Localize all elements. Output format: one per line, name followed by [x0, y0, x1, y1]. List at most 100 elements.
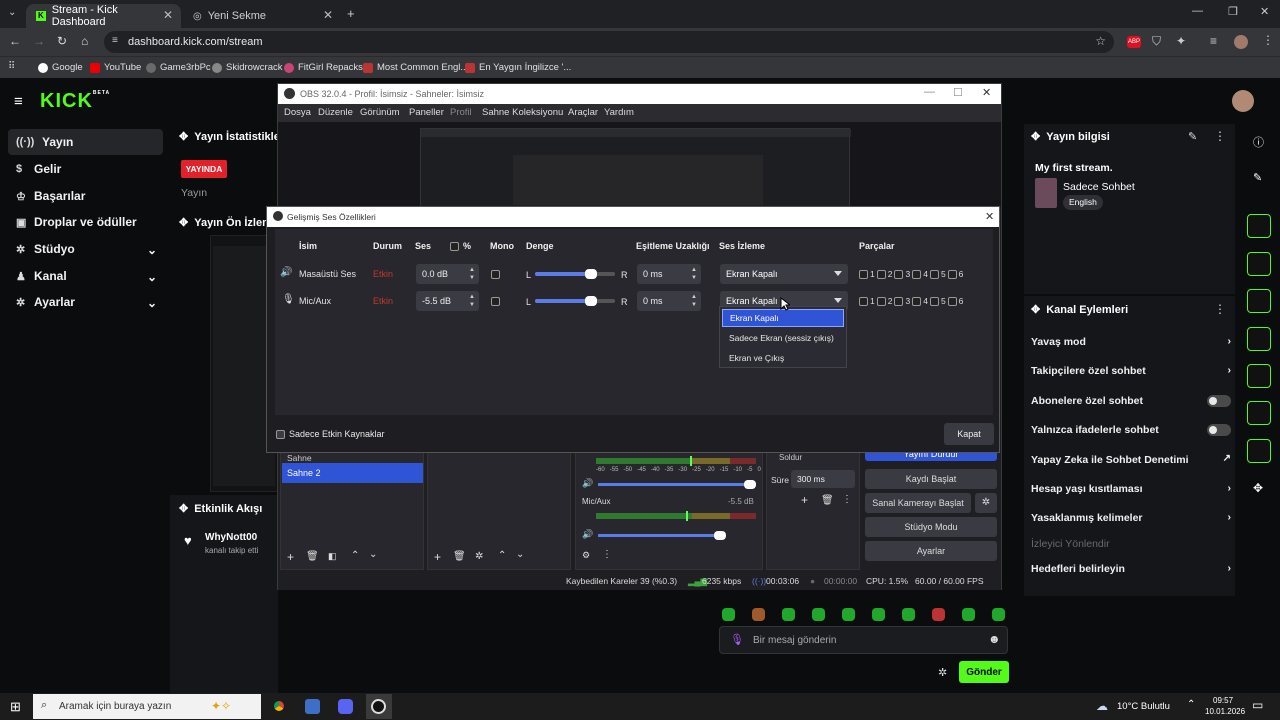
source-properties-icon[interactable]: ✲ [475, 551, 483, 562]
drag-handle-icon[interactable]: ✥ [179, 502, 188, 515]
clock-date[interactable]: 10.01.2026 [1205, 707, 1245, 716]
info-icon[interactable]: ⓘ [1253, 134, 1264, 150]
track-2-checkbox[interactable] [876, 296, 886, 306]
drag-handle-icon[interactable]: ✥ [1253, 481, 1263, 495]
more-options-icon[interactable]: ⋮ [1214, 302, 1226, 316]
emote-9[interactable] [962, 608, 975, 621]
widget-button-3[interactable] [1247, 289, 1271, 313]
back-arrow-icon[interactable]: ← [9, 34, 21, 48]
sync-offset-input[interactable]: 0 ms ▲ ▼ [637, 264, 701, 284]
category-name[interactable]: Sadece Sohbet [1063, 181, 1135, 193]
remove-source-icon[interactable]: 🗑 [453, 551, 466, 562]
emote-10[interactable] [992, 608, 1005, 621]
profile-avatar[interactable] [1234, 35, 1248, 49]
menu-profil[interactable]: Profil [450, 107, 472, 118]
nav-item-kanal[interactable]: ♟ Kanal ⌄ [8, 263, 163, 289]
transition-select[interactable]: Soldur [771, 453, 857, 463]
maximize-window-icon[interactable]: ☐ [953, 86, 963, 99]
mono-checkbox[interactable] [491, 270, 500, 279]
action-set-goals[interactable]: Hedefleri belirleyin › [1031, 559, 1231, 579]
emote-3[interactable] [782, 608, 795, 621]
track-1-checkbox[interactable] [859, 269, 868, 279]
speaker-icon[interactable]: 🔊 [582, 529, 593, 540]
close-tab-icon[interactable]: ✕ [163, 8, 173, 22]
balance-slider[interactable] [535, 296, 615, 306]
active-only-checkbox[interactable] [276, 430, 285, 439]
widget-button-2[interactable] [1247, 252, 1271, 276]
duration-input[interactable]: 300 ms [791, 470, 855, 488]
clock-time[interactable]: 09:57 [1213, 696, 1233, 705]
move-down-icon[interactable]: ⌄ [516, 549, 524, 560]
close-button[interactable]: Kapat [944, 423, 994, 445]
notifications-icon[interactable]: ▭ [1252, 698, 1263, 712]
drag-handle-icon[interactable]: ✥ [1031, 303, 1040, 316]
nav-item-ayarlar[interactable]: ✲ Ayarlar ⌄ [8, 289, 163, 315]
widget-button-1[interactable] [1247, 214, 1271, 238]
add-source-icon[interactable]: + [434, 550, 441, 564]
send-button[interactable]: Gönder [959, 661, 1009, 683]
spinner-arrows-icon[interactable]: ▲ ▼ [691, 293, 697, 309]
volume-input[interactable]: -5.5 dB ▲ ▼ [416, 291, 479, 311]
track-4-checkbox[interactable] [912, 269, 922, 279]
studio-mode-button[interactable]: Stüdyo Modu [865, 517, 997, 537]
monitoring-select[interactable]: Ekran Kapalı [720, 264, 848, 284]
tab-new-tab[interactable]: ◎ Yeni Sekme ✕ [183, 4, 341, 28]
close-window-icon[interactable]: ✕ [1260, 5, 1269, 18]
source-status[interactable]: Etkin [373, 269, 393, 279]
source-status[interactable]: Etkin [373, 296, 393, 306]
user-avatar[interactable] [1232, 90, 1254, 112]
add-transition-icon[interactable]: + [801, 493, 808, 507]
widget-button-4[interactable] [1247, 327, 1271, 351]
spinner-arrows-icon[interactable]: ▲ ▼ [469, 293, 475, 309]
nav-item-studyo[interactable]: ✲ Stüdyo ⌄ [8, 236, 163, 262]
action-account-age[interactable]: Hesap yaşı kısıtlaması › [1031, 479, 1231, 499]
emote-2[interactable] [752, 608, 765, 621]
drag-handle-icon[interactable]: ✥ [1031, 130, 1040, 143]
menu-sahne-koleksiyonu[interactable]: Sahne Koleksiyonu [482, 107, 563, 118]
browser-menu-icon[interactable]: ⋮ [1262, 33, 1274, 47]
virtual-camera-settings-icon[interactable]: ✲ [975, 493, 997, 513]
track-5-checkbox[interactable] [929, 296, 939, 306]
home-icon[interactable]: ⌂ [81, 34, 88, 48]
bookmark-en-yaygin[interactable]: En Yaygın İngilizce '... [465, 62, 571, 73]
volume-slider-1[interactable] [598, 480, 756, 489]
activity-user[interactable]: WhyNott00 [205, 532, 257, 543]
option-monitor-and-output[interactable]: Ekran ve Çıkış [722, 349, 844, 367]
action-slow-mode[interactable]: Yavaş mod › [1031, 332, 1231, 352]
transition-more-icon[interactable]: ⋮ [842, 494, 852, 505]
nav-item-gelir[interactable]: $ Gelir [8, 156, 163, 182]
emote-1[interactable] [722, 608, 735, 621]
action-followers-only[interactable]: Takipçilere özel sohbet › [1031, 361, 1231, 381]
track-2-checkbox[interactable] [876, 269, 886, 279]
menu-gorunum[interactable]: Görünüm [360, 107, 400, 118]
spinner-arrows-icon[interactable]: ▲ ▼ [691, 266, 697, 282]
maximize-window-icon[interactable]: ❐ [1228, 5, 1238, 18]
weather-text[interactable]: 10°C Bulutlu [1117, 701, 1170, 712]
widget-button-6[interactable] [1247, 401, 1271, 425]
reload-icon[interactable]: ↻ [57, 34, 67, 48]
remove-transition-icon[interactable]: 🗑 [821, 495, 834, 506]
track-6-checkbox[interactable] [947, 296, 957, 306]
obs-preview[interactable] [278, 122, 1001, 207]
speaker-icon[interactable]: 🔊 [582, 478, 593, 489]
minimize-window-icon[interactable]: — [924, 86, 935, 98]
site-info-icon[interactable]: ≡ [112, 35, 118, 46]
scene-item[interactable]: Sahne [287, 453, 312, 463]
bookmark-most-common[interactable]: Most Common Engl... [363, 62, 468, 73]
taskbar-search[interactable]: ⌕ Aramak için buraya yazın ✦✧ [33, 694, 261, 719]
chat-input[interactable]: 🎙 Bir mesaj gönderin ☻ [719, 626, 1008, 654]
drag-handle-icon[interactable]: ✥ [179, 216, 188, 229]
extensions-icon[interactable]: ✦ [1176, 34, 1186, 48]
move-up-icon[interactable]: ⌃ [351, 550, 359, 561]
drag-handle-icon[interactable]: ✥ [179, 130, 188, 143]
widget-button-5[interactable] [1247, 364, 1271, 388]
track-1-checkbox[interactable] [859, 296, 868, 306]
bookmark-google[interactable]: Google [38, 62, 83, 73]
more-options-icon[interactable]: ⋮ [1214, 129, 1226, 143]
new-tab-plus-icon[interactable]: + [347, 6, 355, 21]
track-6-checkbox[interactable] [947, 269, 957, 279]
mixer-more-icon[interactable]: ⋮ [602, 549, 612, 560]
address-bar[interactable]: ≡ dashboard.kick.com/stream ☆ [104, 31, 1114, 53]
bookmark-fitgirl[interactable]: FitGirl Repacks [284, 62, 363, 73]
chrome-taskbar-icon[interactable] [271, 698, 287, 714]
